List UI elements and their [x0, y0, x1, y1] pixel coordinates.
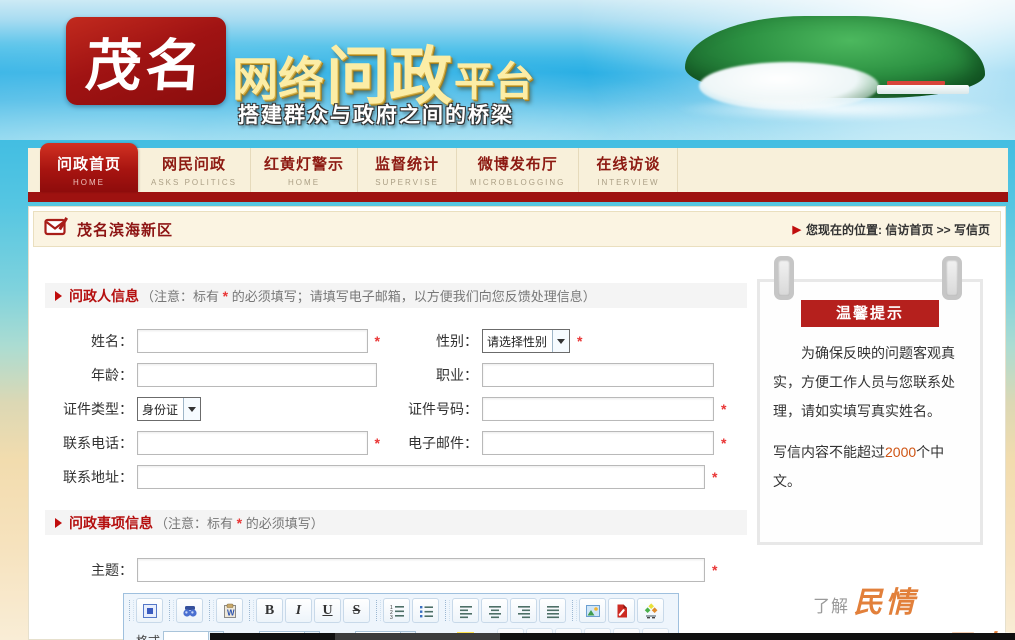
paste-from-word-icon[interactable]: W [216, 598, 243, 623]
current-location: 您现在的位置: 信访首页 >> 写信页 [806, 221, 990, 238]
tips-paragraph-1: 为确保反映的问题客观真实，方便工作人员与您联系处理，请如实填写真实姓名。 [773, 339, 967, 426]
id-type-select[interactable]: 身份证 [137, 397, 201, 421]
subject-label: 主题： [45, 560, 133, 580]
occupation-label: 职业： [392, 365, 478, 385]
occupation-input[interactable] [482, 363, 714, 387]
char-limit-value: 2000 [885, 444, 916, 460]
svg-text:W: W [227, 608, 235, 617]
chevron-down-icon [183, 398, 200, 420]
main-panel: 茂名滨海新区 ▶ 您现在的位置: 信访首页 >> 写信页 问政人信息 （注意：标… [28, 206, 1006, 640]
site-banner: 茂名 网络 问政 平台 搭建群众与政府之间的桥梁 [0, 0, 1015, 140]
subject-input[interactable] [137, 558, 705, 582]
letter-form: 问政人信息 （注意：标有 * 的必须填写；请填写电子邮箱，以方便我们向您反馈处理… [45, 283, 747, 640]
row-idtype-idnumber: 证件类型： 身份证 证件号码： * [45, 396, 747, 422]
location-arrow-icon: ▶ [793, 223, 801, 236]
address-input[interactable] [137, 465, 705, 489]
maximize-icon[interactable] [136, 598, 163, 623]
logo-text: 茂名 [83, 21, 209, 102]
unordered-list-icon[interactable] [412, 598, 439, 623]
tips-box: 温馨提示 为确保反映的问题客观真实，方便工作人员与您联系处理，请如实填写真实姓名… [757, 279, 983, 545]
svg-text:3: 3 [390, 615, 393, 619]
row-phone-email: 联系电话： * 电子邮件： * [45, 430, 747, 456]
nav-tab-supervision-stats[interactable]: 监督统计 SUPERVISE [358, 148, 457, 192]
main-navigation: 问政首页 HOME 网民问政 ASKS POLITICS 红黄灯警示 HOME … [28, 148, 1008, 202]
age-input[interactable] [137, 363, 377, 387]
strikethrough-icon[interactable]: S [343, 598, 370, 623]
name-label: 姓名： [45, 331, 133, 351]
phone-label: 联系电话： [45, 433, 133, 453]
email-label: 电子邮件： [392, 433, 478, 453]
age-label: 年龄： [45, 365, 133, 385]
row-address: 联系地址： * [45, 464, 747, 490]
row-age-occupation: 年龄： 职业： [45, 362, 747, 388]
underline-icon[interactable]: U [314, 598, 341, 623]
id-type-label: 证件类型： [45, 399, 133, 419]
bold-icon[interactable]: B [256, 598, 283, 623]
slogan-line-1: 了解 民情 [813, 579, 991, 621]
banner-slogan: 搭建群众与政府之间的桥梁 [238, 99, 514, 129]
align-center-icon[interactable] [481, 598, 508, 623]
island-image [673, 16, 1003, 118]
page: 茂名 网络 问政 平台 搭建群众与政府之间的桥梁 问政首页 HOME 网民问政 … [0, 0, 1015, 640]
section-triangle-icon [55, 518, 62, 528]
chevron-down-icon [552, 330, 569, 352]
section-matter-info: 问政事项信息 （注意：标有 * 的必须填写） [45, 510, 747, 535]
nav-tab-interview[interactable]: 在线访谈 INTERVIEW [579, 148, 678, 192]
gender-label: 性别： [392, 331, 478, 351]
email-input[interactable] [482, 431, 714, 455]
insert-flash-icon[interactable] [608, 598, 635, 623]
nav-tab-warning-lights[interactable]: 红黄灯警示 HOME [251, 148, 358, 192]
tips-title: 温馨提示 [801, 300, 939, 327]
insert-map-icon[interactable] [637, 598, 664, 623]
site-logo: 茂名 [66, 17, 226, 105]
nav-tab-netizen-politics[interactable]: 网民问政 ASKS POLITICS [138, 148, 251, 192]
section-triangle-icon [55, 291, 62, 301]
ordered-list-icon[interactable]: 123 [383, 598, 410, 623]
row-name-gender: 姓名： * 性别： 请选择性别 * [45, 328, 747, 354]
find-replace-icon[interactable] [176, 598, 203, 623]
tips-paragraph-2: 写信内容不能超过2000个中文。 [773, 438, 967, 496]
align-justify-icon[interactable] [539, 598, 566, 623]
page-title: 茂名滨海新区 [77, 219, 173, 240]
binder-ring-icon [942, 256, 962, 300]
nav-divider-bar [28, 192, 1008, 202]
nav-tab-weibo-hall[interactable]: 微博发布厅 MICROBLOGGING [457, 148, 579, 192]
binder-ring-icon [774, 256, 794, 300]
insert-image-icon[interactable] [579, 598, 606, 623]
breadcrumb: 茂名滨海新区 ▶ 您现在的位置: 信访首页 >> 写信页 [33, 211, 1001, 247]
row-subject: 主题： * [45, 557, 747, 583]
format-label: 格式 [136, 632, 160, 640]
editor-toolbar-row1: W B I U S 123 [124, 594, 678, 626]
nav-tab-home[interactable]: 问政首页 HOME [40, 143, 138, 192]
id-number-input[interactable] [482, 397, 714, 421]
banner-title: 网络 问政 平台 [232, 18, 534, 109]
id-number-label: 证件号码： [392, 399, 478, 419]
gender-select[interactable]: 请选择性别 [482, 329, 570, 353]
italic-icon[interactable]: I [285, 598, 312, 623]
address-label: 联系地址： [45, 467, 133, 487]
bottom-clipped-bar [210, 633, 1015, 640]
section-petitioner-info: 问政人信息 （注意：标有 * 的必须填写；请填写电子邮箱，以方便我们向您反馈处理… [45, 283, 747, 308]
name-input[interactable] [137, 329, 368, 353]
align-right-icon[interactable] [510, 598, 537, 623]
mail-pen-icon [44, 215, 69, 243]
phone-input[interactable] [137, 431, 368, 455]
tips-sidebar: 温馨提示 为确保反映的问题客观真实，方便工作人员与您联系处理，请如实填写真实姓名… [757, 271, 991, 640]
align-left-icon[interactable] [452, 598, 479, 623]
